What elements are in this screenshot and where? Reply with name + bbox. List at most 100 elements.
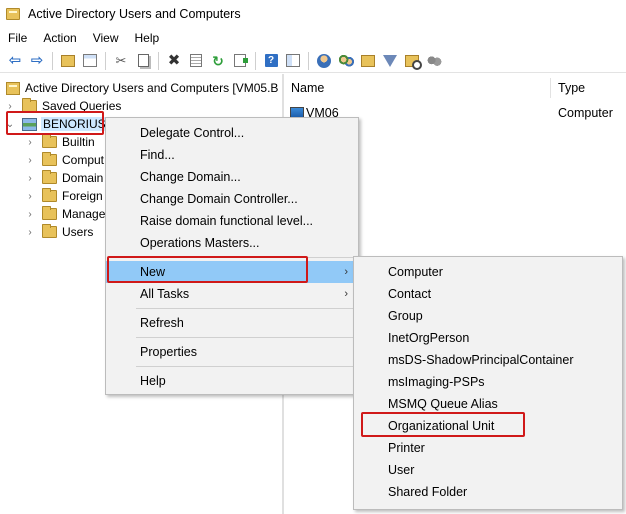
properties-icon[interactable] [187,52,205,70]
submenu-item-user[interactable]: User [354,459,622,481]
tree-item-foreign-security-principals[interactable]: › Foreign [24,187,103,205]
tree-item-label: Domain [62,171,104,185]
menu-item-change-domain-controller[interactable]: Change Domain Controller... [106,188,358,210]
menu-item-raise-functional-level[interactable]: Raise domain functional level... [106,210,358,232]
chevron-right-icon[interactable]: › [24,227,36,238]
menu-action[interactable]: Action [35,31,84,45]
new-submenu: Computer Contact Group InetOrgPerson msD… [353,256,623,510]
find-icon[interactable] [403,52,422,70]
menu-item-label: Group [388,309,423,323]
menu-item-label: Properties [140,345,197,359]
chevron-right-icon: › [344,266,348,278]
menu-item-label: User [388,463,415,477]
folder-icon [42,170,57,184]
annotation-box-new [107,256,308,283]
menu-item-label: Operations Masters... [140,236,260,250]
filter-icon[interactable] [381,52,399,70]
menu-separator [136,366,354,367]
menu-item-delegate-control[interactable]: Delegate Control... [106,122,358,144]
submenu-item-group[interactable]: Group [354,305,622,327]
copy-icon[interactable] [134,52,152,70]
show-console-tree-icon[interactable] [81,52,99,70]
up-folder-icon[interactable] [59,52,77,70]
menu-item-label: msImaging-PSPs [388,375,485,389]
menu-item-find[interactable]: Find... [106,144,358,166]
submenu-item-shared-folder[interactable]: Shared Folder [354,481,622,503]
toolbar-separator [105,51,106,70]
toolbar-separator [158,51,159,70]
menu-item-change-domain[interactable]: Change Domain... [106,166,358,188]
export-list-icon[interactable] [231,52,249,70]
menu-item-label: InetOrgPerson [388,331,470,345]
menu-item-operations-masters[interactable]: Operations Masters... [106,232,358,254]
chevron-right-icon[interactable]: › [24,155,36,166]
new-ou-icon[interactable] [359,52,377,70]
folder-icon [42,152,57,166]
column-header-name[interactable]: Name [284,74,554,102]
menu-item-label: Find... [140,148,175,162]
menu-file[interactable]: File [0,31,35,45]
menu-item-all-tasks[interactable]: All Tasks › [106,283,358,305]
tree-item-managed-service-accounts[interactable]: › Manage [24,205,105,223]
menu-item-refresh[interactable]: Refresh [106,312,358,334]
menu-item-label: Change Domain Controller... [140,192,298,206]
forward-arrow-icon[interactable]: ⇨ [28,52,46,70]
new-user-icon[interactable] [315,52,333,70]
chevron-right-icon[interactable]: › [4,101,16,112]
folder-icon [42,206,57,220]
window-title: Active Directory Users and Computers [28,7,241,21]
cut-icon[interactable]: ✂ [112,52,130,70]
folder-icon [42,188,57,202]
chevron-right-icon[interactable]: › [24,191,36,202]
tree-item-computers[interactable]: › Comput [24,151,104,169]
submenu-item-imaging-psps[interactable]: msImaging-PSPs [354,371,622,393]
toolbar-separator [52,51,53,70]
submenu-item-computer[interactable]: Computer [354,261,622,283]
menu-item-label: Computer [388,265,443,279]
tree-item-label: Comput [62,153,105,167]
list-item-type: Computer [558,106,613,120]
menu-bar: File Action View Help [0,28,626,47]
view-icon[interactable] [284,52,302,70]
toolbar: ⇦ ⇨ ✂ ✖ ↻ ? [0,49,626,73]
menu-item-label: Delegate Control... [140,126,245,140]
chevron-right-icon[interactable]: › [24,137,36,148]
menu-separator [136,337,354,338]
menu-view[interactable]: View [85,31,127,45]
menu-item-label: Contact [388,287,432,301]
tree-item-users[interactable]: › Users [24,223,93,241]
refresh-icon[interactable]: ↻ [209,52,227,70]
tree-item-label: Manage [62,207,106,221]
delegate-control-icon[interactable] [425,52,443,70]
toolbar-separator [308,51,309,70]
tree-root-label: Active Directory Users and Computers [VM… [25,81,279,95]
help-icon[interactable]: ? [262,52,280,70]
tree-item-label: Users [62,225,94,239]
chevron-right-icon[interactable]: › [24,209,36,220]
submenu-item-shadow-principal-container[interactable]: msDS-ShadowPrincipalContainer [354,349,622,371]
tree-root[interactable]: Active Directory Users and Computers [VM… [6,79,279,97]
menu-separator [136,308,354,309]
menu-item-label: Help [140,374,166,388]
menu-item-label: Refresh [140,316,184,330]
back-arrow-icon[interactable]: ⇦ [6,52,24,70]
submenu-item-contact[interactable]: Contact [354,283,622,305]
menu-help[interactable]: Help [127,31,168,45]
tree-item-domain-controllers[interactable]: › Domain [24,169,103,187]
toolbar-separator [255,51,256,70]
tree-item-label: Foreign [62,189,103,203]
title-bar: Active Directory Users and Computers [0,0,626,28]
menu-item-help[interactable]: Help [106,370,358,392]
menu-item-properties[interactable]: Properties [106,341,358,363]
menu-item-label: Shared Folder [388,485,468,499]
submenu-item-printer[interactable]: Printer [354,437,622,459]
submenu-item-inetorgperson[interactable]: InetOrgPerson [354,327,622,349]
column-header-type[interactable]: Type [551,74,626,102]
delete-icon[interactable]: ✖ [165,52,183,70]
new-group-icon[interactable] [337,52,355,70]
annotation-box-domain [6,111,104,135]
tree-item-builtin[interactable]: › Builtin [24,133,95,151]
menu-item-label: MSMQ Queue Alias [388,397,498,411]
folder-icon [42,224,57,238]
chevron-right-icon[interactable]: › [24,173,36,184]
